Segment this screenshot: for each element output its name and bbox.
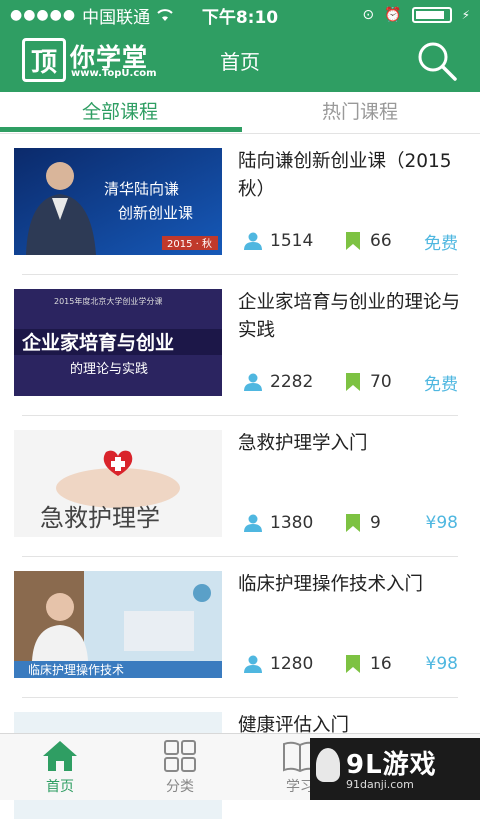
course-item[interactable]: 急救护理学 急救护理学入门 1380 9 ¥98 (14, 416, 458, 557)
search-icon[interactable] (416, 40, 458, 82)
course-title: 急救护理学入门 (238, 433, 368, 454)
student-count: 1280 (270, 654, 314, 674)
bookmark-icon (346, 232, 360, 250)
course-price: 免费 (424, 233, 458, 254)
watermark-title: 9L游戏 (346, 750, 437, 780)
course-title: 临床护理操作技术入门 (238, 574, 424, 595)
alarm-icon: ⏰ (384, 7, 402, 23)
user-icon (244, 514, 262, 532)
bookmark-icon (346, 514, 360, 532)
thumb-line: 清华陆向谦 (104, 180, 179, 198)
tab-popular-courses[interactable]: 热门课程 (240, 92, 480, 133)
bottom-tab-home[interactable]: 首页 (0, 734, 120, 800)
user-icon (244, 655, 262, 673)
course-thumbnail: 临床护理操作技术 (14, 571, 222, 678)
favorite-count: 66 (370, 231, 392, 251)
course-price: ¥98 (425, 654, 458, 674)
favorite-count: 9 (370, 513, 381, 533)
favorite-count: 70 (370, 372, 392, 392)
student-count: 2282 (270, 372, 314, 392)
home-icon (43, 741, 77, 771)
course-title: 陆向谦创新创业课（2015秋） (238, 151, 452, 200)
bookmark-icon (346, 373, 360, 391)
watermark-logo-icon (316, 748, 340, 782)
course-thumbnail: 急救护理学 (14, 430, 222, 537)
course-price: ¥98 (425, 513, 458, 533)
signal-icon: ●●●●● (10, 7, 77, 23)
course-meta: 2282 70 免费 (244, 371, 458, 395)
status-bar: ●●●●● 中国联通 下午8:10 ⊙ ⏰ ⚡ (0, 0, 480, 30)
watermark-url: 91danji.com (346, 778, 414, 791)
thumb-line: 2015年度北京大学创业学分课 (54, 296, 162, 306)
course-item[interactable]: 临床护理操作技术 临床护理操作技术入门 1280 16 ¥98 (14, 557, 458, 698)
favorite-count: 16 (370, 654, 392, 674)
student-count: 1380 (270, 513, 314, 533)
carrier-label: 中国联通 (82, 7, 151, 28)
charging-icon: ⚡ (461, 8, 470, 22)
student-count: 1514 (270, 231, 314, 251)
course-item[interactable]: 2015年度北京大学创业学分课 企业家培育与创业 的理论与实践 企业家培育与创业… (14, 275, 460, 416)
course-meta: 1380 9 ¥98 (244, 512, 458, 534)
course-meta: 1514 66 免费 (244, 230, 458, 254)
nav-bar: 顶 你学堂 www.TopU.com 首页 (0, 30, 480, 92)
thumb-line: 的理论与实践 (70, 361, 148, 377)
course-title: 企业家培育与创业的理论与实践 (238, 292, 461, 341)
page-title: 首页 (220, 50, 260, 74)
thumb-line: 企业家培育与创业 (21, 331, 174, 354)
thumb-line: 临床护理操作技术 (28, 662, 124, 677)
user-icon (244, 373, 262, 391)
battery-icon (411, 7, 452, 23)
watermark: 9L游戏 91danji.com (310, 738, 480, 800)
thumb-line: 急救护理学 (40, 504, 160, 532)
course-thumbnail: 2015年度北京大学创业学分课 企业家培育与创业 的理论与实践 (14, 289, 222, 396)
user-icon (244, 232, 262, 250)
wifi-icon (157, 9, 173, 21)
course-thumbnail: 清华陆向谦 创新创业课 2015 · 秋 (14, 148, 222, 255)
thumb-line: 创新创业课 (118, 204, 193, 222)
thumb-tag: 2015 · 秋 (167, 237, 212, 250)
grid-icon (164, 740, 196, 772)
course-meta: 1280 16 ¥98 (244, 653, 458, 675)
bottom-tab-category[interactable]: 分类 (120, 734, 240, 800)
course-item[interactable]: 清华陆向谦 创新创业课 2015 · 秋 陆向谦创新创业课（2015秋） 151… (14, 134, 458, 275)
tab-indicator (0, 127, 242, 132)
lock-rotation-icon: ⊙ (362, 7, 375, 23)
bookmark-icon (346, 655, 360, 673)
course-price: 免费 (424, 374, 458, 395)
bottom-tab-label: 首页 (46, 779, 74, 795)
bottom-tab-label: 分类 (166, 779, 194, 795)
